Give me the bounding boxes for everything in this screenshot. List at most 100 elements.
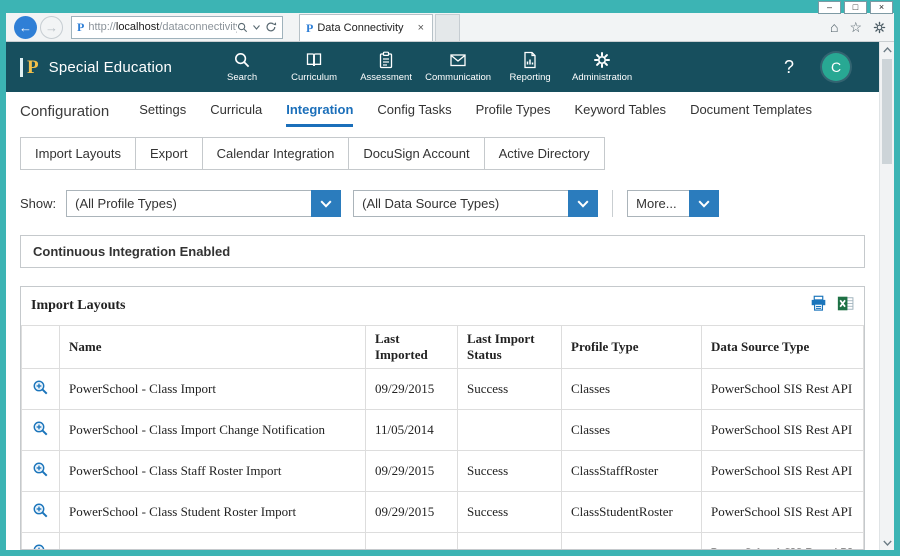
config-tabs: Settings Curricula Integration Config Ta… xyxy=(139,102,812,127)
report-document-icon xyxy=(521,51,539,69)
nav-reporting[interactable]: Reporting xyxy=(494,51,566,83)
import-table-body: PowerSchool - Class Import 09/29/2015 Su… xyxy=(22,369,864,551)
nav-curriculum[interactable]: Curriculum xyxy=(278,51,350,83)
cell-last-imported: 09/29/2015 xyxy=(366,369,458,410)
new-tab-button[interactable] xyxy=(435,14,460,41)
subtab-import-layouts[interactable]: Import Layouts xyxy=(20,137,136,170)
more-dropdown-button[interactable] xyxy=(689,190,719,217)
browser-forward-button[interactable]: → xyxy=(40,16,63,39)
export-excel-button[interactable] xyxy=(837,295,854,317)
continuous-integration-banner: Continuous Integration Enabled xyxy=(20,235,865,268)
header-last-imported: Last Imported xyxy=(366,326,458,369)
subtab-export[interactable]: Export xyxy=(135,137,203,170)
data-source-type-value[interactable]: (All Data Source Types) xyxy=(353,190,568,217)
row-zoom-cell xyxy=(22,492,60,533)
subtab-calendar-integration[interactable]: Calendar Integration xyxy=(202,137,350,170)
address-bar[interactable]: P http://localhost/dataconnectivitylay xyxy=(71,16,283,39)
tab-curricula[interactable]: Curricula xyxy=(210,102,262,127)
tab-document-templates[interactable]: Document Templates xyxy=(690,102,812,127)
user-avatar[interactable]: C xyxy=(822,53,850,81)
address-dropdown-caret-icon[interactable] xyxy=(253,25,260,30)
book-icon xyxy=(305,51,323,69)
configuration-page: Configuration Settings Curricula Integra… xyxy=(6,92,894,550)
zoom-in-icon[interactable] xyxy=(32,502,49,523)
scroll-up-button[interactable] xyxy=(880,42,894,57)
vertical-scrollbar[interactable] xyxy=(879,42,894,550)
nav-search[interactable]: Search xyxy=(206,51,278,83)
cell-data-source: PowerSchool SIS Rest API xyxy=(702,492,864,533)
tab-profile-types[interactable]: Profile Types xyxy=(476,102,551,127)
chevron-down-icon xyxy=(698,200,710,208)
cell-name: PowerSchool - Class Import xyxy=(60,369,366,410)
browser-tab-data-connectivity[interactable]: P Data Connectivity × xyxy=(299,14,433,41)
maximize-icon: □ xyxy=(853,3,858,12)
row-zoom-cell xyxy=(22,410,60,451)
nav-assessment[interactable]: Assessment xyxy=(350,51,422,83)
import-layouts-panel: Import Layouts xyxy=(20,286,865,550)
tab-integration[interactable]: Integration xyxy=(286,102,353,127)
address-search-icon[interactable] xyxy=(237,22,248,33)
refresh-icon[interactable] xyxy=(265,21,277,33)
more-label[interactable]: More... xyxy=(627,190,689,217)
nav-label: Search xyxy=(227,72,257,83)
printer-icon xyxy=(810,295,827,312)
forward-arrow-icon: → xyxy=(45,20,58,35)
minimize-button[interactable]: – xyxy=(818,1,841,14)
close-icon: × xyxy=(879,3,884,12)
cell-last-imported: 11/05/2014 xyxy=(366,410,458,451)
table-row: PowerSchool - Class Student Roster Impor… xyxy=(22,492,864,533)
browser-chrome: ← → P http://localhost/dataconnectivityl… xyxy=(6,13,894,42)
help-button[interactable]: ? xyxy=(778,57,800,78)
cell-data-source: PowerSchool SIS Rest API xyxy=(702,410,864,451)
nav-communication[interactable]: Communication xyxy=(422,51,494,83)
minimize-icon: – xyxy=(827,3,832,12)
tab-favicon: P xyxy=(306,21,313,36)
tab-config-tasks[interactable]: Config Tasks xyxy=(377,102,451,127)
cell-profile-type: Classes xyxy=(562,369,702,410)
scrollbar-thumb[interactable] xyxy=(882,59,892,164)
close-button[interactable]: × xyxy=(870,1,893,14)
header-data-source-type: Data Source Type xyxy=(702,326,864,369)
data-source-type-dropdown[interactable]: (All Data Source Types) xyxy=(353,190,598,217)
cell-status: Success xyxy=(458,492,562,533)
browser-settings-gear-icon[interactable] xyxy=(873,21,886,34)
table-header-row: Name Last Imported Last Import Status Pr… xyxy=(22,326,864,369)
profile-type-dropdown[interactable]: (All Profile Types) xyxy=(66,190,341,217)
favorites-star-icon[interactable]: ☆ xyxy=(849,20,862,34)
cell-data-source: PowerSchool SIS Rest API xyxy=(702,369,864,410)
page-favicon: P xyxy=(77,20,84,35)
header-profile-type: Profile Type xyxy=(562,326,702,369)
app-nav: Search Curriculum Assessment Communicati… xyxy=(206,51,638,83)
cell-data-source: PowerSchool SIS Rest API xyxy=(702,451,864,492)
subtab-docusign-account[interactable]: DocuSign Account xyxy=(348,137,484,170)
cell-status: Success xyxy=(458,369,562,410)
url-scheme: http:// xyxy=(88,21,116,33)
show-label: Show: xyxy=(20,196,56,211)
profile-type-value[interactable]: (All Profile Types) xyxy=(66,190,311,217)
browser-back-button[interactable]: ← xyxy=(14,16,37,39)
cell-name xyxy=(60,533,366,551)
cell-profile-type: ClassStaffRoster xyxy=(562,451,702,492)
zoom-in-icon[interactable] xyxy=(32,379,49,400)
filter-row: Show: (All Profile Types) (All Data Sour… xyxy=(6,170,879,217)
cell-last-imported: 09/29/2015 xyxy=(366,451,458,492)
home-icon[interactable]: ⌂ xyxy=(830,20,838,34)
gear-icon xyxy=(593,51,611,69)
zoom-in-icon[interactable] xyxy=(32,420,49,441)
clipboard-icon xyxy=(377,51,395,69)
cell-name: PowerSchool - Class Student Roster Impor… xyxy=(60,492,366,533)
scroll-down-button[interactable] xyxy=(880,535,894,550)
tab-close-icon[interactable]: × xyxy=(416,22,426,34)
profile-type-dropdown-button[interactable] xyxy=(311,190,341,217)
more-dropdown[interactable]: More... xyxy=(627,190,719,217)
nav-administration[interactable]: Administration xyxy=(566,51,638,83)
print-button[interactable] xyxy=(810,295,827,317)
tab-settings[interactable]: Settings xyxy=(139,102,186,127)
subtab-active-directory[interactable]: Active Directory xyxy=(484,137,605,170)
excel-icon xyxy=(837,295,854,312)
maximize-button[interactable]: □ xyxy=(844,1,867,14)
zoom-in-icon[interactable] xyxy=(32,543,49,551)
zoom-in-icon[interactable] xyxy=(32,461,49,482)
data-source-dropdown-button[interactable] xyxy=(568,190,598,217)
tab-keyword-tables[interactable]: Keyword Tables xyxy=(575,102,667,127)
